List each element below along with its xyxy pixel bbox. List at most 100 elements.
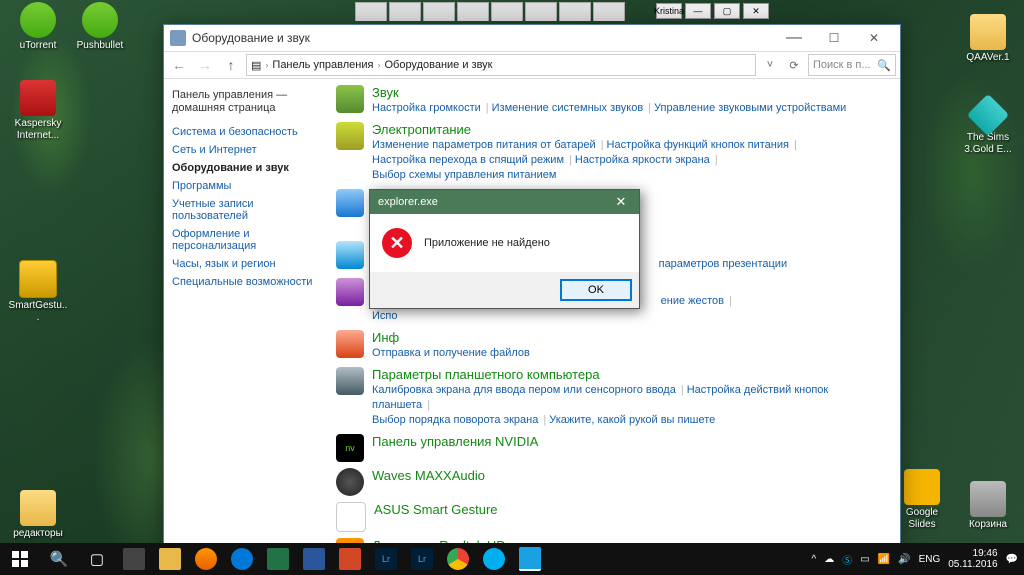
tray-battery-icon[interactable]: ▭ bbox=[860, 554, 869, 565]
desktop-icon-qaaver[interactable]: QAAVer.1 bbox=[958, 14, 1018, 64]
taskbar-app-lightroom[interactable]: Lr bbox=[368, 543, 404, 575]
desktop-icon-utorrent[interactable]: uTorrent bbox=[8, 2, 68, 52]
content-area: Звук Настройка громкости|Изменение систе… bbox=[330, 79, 900, 548]
error-icon: ✕ bbox=[382, 228, 412, 258]
desktop-icon-gslides[interactable]: Google Slides bbox=[892, 469, 952, 531]
link[interactable]: Настройка перехода в спящий режим bbox=[372, 154, 564, 166]
link[interactable]: параметров презентации bbox=[659, 258, 787, 270]
sidebar-item-clock[interactable]: Часы, язык и регион bbox=[172, 255, 322, 273]
link[interactable]: Испо bbox=[372, 310, 397, 322]
category-waves: Waves MAXXAudio bbox=[336, 468, 890, 496]
category-title[interactable]: Waves MAXXAudio bbox=[372, 468, 890, 483]
sidebar-item-network[interactable]: Сеть и Интернет bbox=[172, 141, 322, 159]
background-user-label: Kristina bbox=[656, 3, 682, 19]
link[interactable]: Настройка функций кнопок питания bbox=[607, 139, 789, 151]
taskbar-app-folder[interactable] bbox=[152, 543, 188, 575]
start-button[interactable] bbox=[0, 543, 40, 575]
link[interactable]: Укажите, какой рукой вы пишете bbox=[549, 414, 715, 426]
taskview-button[interactable]: ▢ bbox=[78, 543, 116, 575]
category-title[interactable]: Инф bbox=[372, 330, 890, 345]
taskbar-app-active[interactable] bbox=[512, 543, 548, 575]
breadcrumb-item[interactable]: Оборудование и звук bbox=[384, 59, 492, 71]
control-panel-home[interactable]: Панель управления — домашняя страница bbox=[172, 89, 322, 115]
search-icon: 🔍 bbox=[877, 59, 891, 72]
forward-button[interactable]: → bbox=[194, 54, 216, 76]
category-title[interactable]: Панель управления NVIDIA bbox=[372, 434, 890, 449]
desktop-icon-smartgesture[interactable]: SmartGestu... bbox=[8, 260, 68, 324]
tray-language[interactable]: ENG bbox=[919, 554, 941, 565]
sidebar-item-appearance[interactable]: Оформление и персонализация bbox=[172, 225, 322, 255]
sidebar-item-accessibility[interactable]: Специальные возможности bbox=[172, 273, 322, 291]
link[interactable]: Изменение системных звуков bbox=[492, 102, 644, 114]
link[interactable]: ение жестов bbox=[661, 295, 724, 307]
category-title[interactable]: ASUS Smart Gesture bbox=[374, 502, 890, 517]
tablet-icon bbox=[336, 367, 364, 395]
dialog-titlebar[interactable]: explorer.exe ✕ bbox=[370, 190, 639, 214]
dialog-message: Приложение не найдено bbox=[424, 237, 550, 249]
category-power: Электропитание Изменение параметров пита… bbox=[336, 122, 890, 183]
sidebar-item-hardware[interactable]: Оборудование и звук bbox=[172, 159, 322, 177]
link[interactable]: Управление звуковыми устройствами bbox=[654, 102, 846, 114]
minimize-button[interactable]: — bbox=[774, 25, 814, 51]
ok-button[interactable]: OK bbox=[561, 280, 631, 300]
maximize-button[interactable]: ☐ bbox=[814, 25, 854, 51]
tray-wifi-icon[interactable]: 📶 bbox=[878, 554, 890, 565]
dropdown-icon[interactable]: ˅ bbox=[760, 59, 780, 71]
desktop-icon-pushbullet[interactable]: Pushbullet bbox=[70, 2, 130, 52]
search-button[interactable]: 🔍 bbox=[40, 543, 78, 575]
pen-icon bbox=[336, 278, 364, 306]
sidebar-item-programs[interactable]: Программы bbox=[172, 177, 322, 195]
desktop-icon-editors[interactable]: редакторы bbox=[8, 490, 68, 540]
dialog-close-button[interactable]: ✕ bbox=[603, 190, 639, 214]
tray-volume-icon[interactable]: 🔊 bbox=[898, 554, 910, 565]
refresh-button[interactable]: ⟳ bbox=[784, 59, 804, 72]
taskbar-app-lightroom2[interactable]: Lr bbox=[404, 543, 440, 575]
breadcrumb-item[interactable]: Панель управления bbox=[272, 59, 373, 71]
link[interactable]: Изменение параметров питания от батарей bbox=[372, 139, 596, 151]
taskbar-app-powerpoint[interactable] bbox=[332, 543, 368, 575]
sidebar-item-users[interactable]: Учетные записи пользователей bbox=[172, 195, 322, 225]
tray-date: 05.11.2016 bbox=[948, 559, 997, 570]
link[interactable]: Отправка и получение файлов bbox=[372, 347, 530, 359]
tray-skype-icon[interactable]: Ⓢ bbox=[842, 552, 852, 567]
notifications-button[interactable]: 💬 bbox=[1006, 554, 1018, 565]
tray-cloud-icon[interactable]: ☁ bbox=[824, 554, 834, 565]
dialog-title: explorer.exe bbox=[378, 196, 438, 208]
desktop-icon-sims[interactable]: The Sims 3.Gold E... bbox=[958, 100, 1018, 156]
category-title[interactable]: Электропитание bbox=[372, 122, 890, 137]
sidebar-item-system[interactable]: Система и безопасность bbox=[172, 123, 322, 141]
category-title[interactable]: Параметры планшетного компьютера bbox=[372, 367, 890, 382]
taskbar-app-skype[interactable] bbox=[476, 543, 512, 575]
link[interactable]: Настройка громкости bbox=[372, 102, 481, 114]
window-icon bbox=[170, 30, 186, 46]
breadcrumb[interactable]: ▤ › Панель управления › Оборудование и з… bbox=[246, 54, 756, 76]
taskbar-app-firefox[interactable] bbox=[188, 543, 224, 575]
close-button[interactable]: ✕ bbox=[854, 25, 894, 51]
link[interactable]: Настройка яркости экрана bbox=[575, 154, 710, 166]
titlebar[interactable]: Оборудование и звук — ☐ ✕ bbox=[164, 25, 900, 51]
taskbar-app-edge[interactable] bbox=[224, 543, 260, 575]
up-button[interactable]: ↑ bbox=[220, 54, 242, 76]
link[interactable]: Выбор схемы управления питанием bbox=[372, 169, 556, 181]
background-window-controls: Kristina—▢✕ bbox=[656, 3, 769, 19]
waves-icon bbox=[336, 468, 364, 496]
tray-clock[interactable]: 19:46 05.11.2016 bbox=[948, 548, 997, 570]
error-dialog: explorer.exe ✕ ✕ Приложение не найдено O… bbox=[369, 189, 640, 309]
desktop-icon-trash[interactable]: Корзина bbox=[958, 481, 1018, 531]
tray-chevron-up-icon[interactable]: ^ bbox=[812, 554, 817, 565]
desktop-icon-kaspersky[interactable]: Kaspersky Internet... bbox=[8, 80, 68, 142]
category-title[interactable]: Звук bbox=[372, 85, 890, 100]
category-nvidia: nv Панель управления NVIDIA bbox=[336, 434, 890, 462]
back-button[interactable]: ← bbox=[168, 54, 190, 76]
search-input[interactable]: Поиск в п...🔍 bbox=[808, 54, 896, 76]
nvidia-icon: nv bbox=[336, 434, 364, 462]
chevron-right-icon: › bbox=[265, 60, 268, 70]
taskbar-apps: Lr Lr bbox=[116, 543, 548, 575]
taskbar-app-store[interactable] bbox=[116, 543, 152, 575]
link[interactable]: Выбор порядка поворота экрана bbox=[372, 414, 538, 426]
taskbar-app-chrome[interactable] bbox=[440, 543, 476, 575]
mobility-icon bbox=[336, 241, 364, 269]
taskbar-app-word[interactable] bbox=[296, 543, 332, 575]
taskbar-app-excel[interactable] bbox=[260, 543, 296, 575]
link[interactable]: Калибровка экрана для ввода пером или се… bbox=[372, 384, 676, 396]
